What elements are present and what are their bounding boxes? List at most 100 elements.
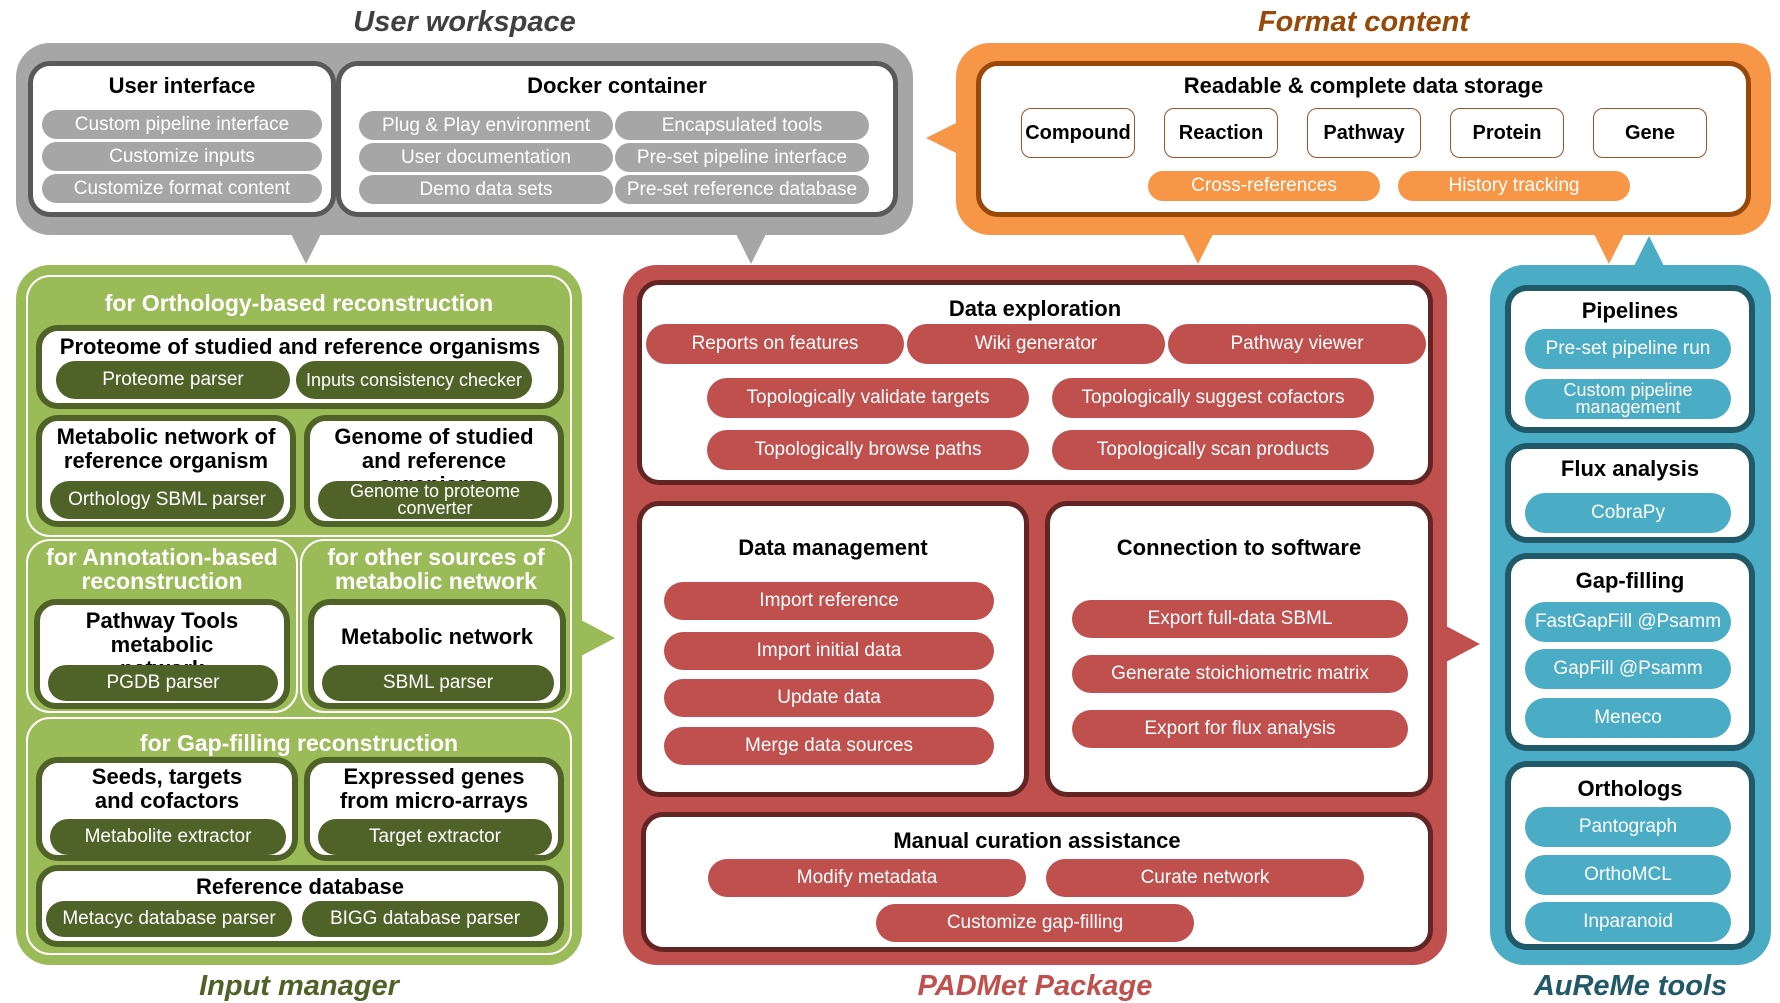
meneco[interactable]: Meneco (1525, 698, 1731, 738)
reference-database-box: Reference database Metacyc database pars… (36, 865, 564, 947)
aureme-gapfilling-box: Gap-filling FastGapFill @Psamm GapFill @… (1505, 553, 1755, 751)
export-full-data-sbml[interactable]: Export full-data SBML (1072, 600, 1408, 638)
customize-inputs[interactable]: Customize inputs (42, 142, 322, 171)
import-reference[interactable]: Import reference (664, 582, 994, 620)
entity-protein[interactable]: Protein (1450, 108, 1564, 158)
user-interface-box: User interface Custom pipeline interface… (28, 61, 336, 217)
data-storage-heading: Readable & complete data storage (1183, 73, 1544, 98)
connection-to-software-heading: Connection to software (1116, 535, 1362, 560)
data-management-heading: Data management (738, 535, 928, 560)
inputs-consistency-checker[interactable]: Inputs consistency checker (296, 361, 532, 399)
metabolite-extractor[interactable]: Metabolite extractor (50, 819, 286, 855)
sbml-parser[interactable]: SBML parser (322, 665, 554, 701)
orthomcl[interactable]: OrthoMCL (1525, 855, 1731, 895)
metabolic-network-box: Metabolic network SBML parser (308, 599, 566, 709)
orthology-group: for Orthology-based reconstruction Prote… (26, 275, 572, 537)
entity-pathway[interactable]: Pathway (1307, 108, 1421, 158)
topologically-suggest-cofactors[interactable]: Topologically suggest cofactors (1052, 378, 1374, 418)
bigg-database-parser[interactable]: BIGG database parser (302, 901, 548, 937)
topologically-validate-targets[interactable]: Topologically validate targets (707, 378, 1029, 418)
encapsulated-tools[interactable]: Encapsulated tools (615, 111, 869, 140)
seeds-heading: Seeds, targets and cofactors (91, 764, 243, 813)
genome-box: Genome of studied and reference organism… (304, 415, 564, 527)
generate-stoichiometric-matrix[interactable]: Generate stoichiometric matrix (1072, 655, 1408, 693)
flux-analysis-box: Flux analysis CobraPy (1505, 443, 1755, 543)
reports-on-features[interactable]: Reports on features (646, 324, 904, 364)
annotation-subtitle: for Annotation-based reconstruction (46, 544, 278, 594)
entity-gene[interactable]: Gene (1593, 108, 1707, 158)
aureme-title: AuReMe tools (1533, 970, 1728, 1002)
data-storage-box: Readable & complete data storage Compoun… (976, 61, 1751, 217)
topologically-scan-products[interactable]: Topologically scan products (1052, 430, 1374, 470)
plug-and-play-environment[interactable]: Plug & Play environment (359, 111, 613, 140)
pathway-viewer[interactable]: Pathway viewer (1168, 324, 1426, 364)
format-content-pointer-to-padmet (1183, 234, 1213, 264)
history-tracking[interactable]: History tracking (1398, 171, 1630, 201)
metabolic-network-reference-heading: Metabolic network of reference organism (56, 424, 276, 473)
demo-data-sets[interactable]: Demo data sets (359, 175, 613, 204)
import-initial-data[interactable]: Import initial data (664, 632, 994, 670)
orthology-sbml-parser[interactable]: Orthology SBML parser (50, 481, 284, 519)
pipelines-heading: Pipelines (1581, 298, 1679, 323)
manual-curation-box: Manual curation assistance Modify metada… (641, 812, 1433, 952)
customize-gap-filling[interactable]: Customize gap-filling (876, 904, 1194, 942)
target-extractor[interactable]: Target extractor (318, 819, 552, 855)
gapfilling-group: for Gap-filling reconstruction Seeds, ta… (26, 717, 572, 955)
customize-format-content[interactable]: Customize format content (42, 174, 322, 203)
aureme-panel: Pipelines Pre-set pipeline run Custom pi… (1490, 265, 1771, 965)
gapfilling-subtitle: for Gap-filling reconstruction (139, 730, 459, 756)
annotation-group: for Annotation-based reconstruction Path… (26, 539, 298, 713)
format-content-panel: Readable & complete data storage Compoun… (956, 43, 1771, 235)
proteome-heading: Proteome of studied and reference organi… (59, 334, 541, 359)
orthologs-heading: Orthologs (1577, 776, 1683, 801)
user-interface-heading: User interface (108, 73, 256, 98)
other-sources-group: for other sources of metabolic network M… (300, 539, 572, 713)
entity-compound[interactable]: Compound (1021, 108, 1135, 158)
inparanoid[interactable]: Inparanoid (1525, 902, 1731, 942)
seeds-box: Seeds, targets and cofactors Metabolite … (36, 757, 298, 861)
metacyc-database-parser[interactable]: Metacyc database parser (46, 901, 292, 937)
cross-references[interactable]: Cross-references (1148, 171, 1380, 201)
merge-data-sources[interactable]: Merge data sources (664, 727, 994, 765)
proteome-box: Proteome of studied and reference organi… (36, 325, 564, 409)
data-exploration-heading: Data exploration (948, 296, 1122, 321)
data-management-box: Data management Import reference Import … (637, 501, 1029, 797)
orthologs-box: Orthologs Pantograph OrthoMCL Inparanoid (1505, 761, 1755, 950)
pre-set-reference-database[interactable]: Pre-set reference database (615, 175, 869, 204)
user-documentation[interactable]: User documentation (359, 143, 613, 172)
padmet-title: PADMet Package (917, 970, 1153, 1002)
pgdb-parser[interactable]: PGDB parser (48, 665, 278, 701)
pre-set-pipeline-run[interactable]: Pre-set pipeline run (1525, 329, 1731, 369)
proteome-parser[interactable]: Proteome parser (56, 361, 290, 399)
update-data[interactable]: Update data (664, 679, 994, 717)
entity-reaction[interactable]: Reaction (1164, 108, 1278, 158)
wiki-generator[interactable]: Wiki generator (907, 324, 1165, 364)
format-content-title: Format content (1257, 6, 1470, 38)
reference-database-heading: Reference database (196, 874, 404, 899)
gapfill-psamm[interactable]: GapFill @Psamm (1525, 649, 1731, 689)
user-workspace-panel: User interface Custom pipeline interface… (16, 43, 913, 235)
connection-to-software-box: Connection to software Export full-data … (1045, 501, 1433, 797)
topologically-browse-paths[interactable]: Topologically browse paths (707, 430, 1029, 470)
custom-pipeline-management[interactable]: Custom pipeline management (1525, 379, 1731, 419)
fastgapfill-psamm[interactable]: FastGapFill @Psamm (1525, 602, 1731, 642)
metabolic-network-reference-box: Metabolic network of reference organism … (36, 415, 296, 527)
modify-metadata[interactable]: Modify metadata (708, 859, 1026, 897)
data-exploration-box: Data exploration Reports on features Wik… (637, 280, 1433, 485)
metabolic-network-heading: Metabolic network (341, 624, 533, 649)
custom-pipeline-interface[interactable]: Custom pipeline interface (42, 110, 322, 139)
pathway-tools-box: Pathway Tools metabolic network PGDB par… (34, 599, 290, 709)
curate-network[interactable]: Curate network (1046, 859, 1364, 897)
cobrapy[interactable]: CobraPy (1525, 493, 1731, 533)
padmet-panel: Data exploration Reports on features Wik… (623, 265, 1447, 965)
aureme-pointer-to-format-content (1634, 236, 1664, 266)
docker-container-box: Docker container Plug & Play environment… (336, 61, 898, 217)
pantograph[interactable]: Pantograph (1525, 807, 1731, 847)
export-for-flux-analysis[interactable]: Export for flux analysis (1072, 710, 1408, 748)
pre-set-pipeline-interface[interactable]: Pre-set pipeline interface (615, 143, 869, 172)
expressed-genes-heading: Expressed genes from micro-arrays (339, 764, 529, 813)
docker-container-heading: Docker container (527, 73, 707, 98)
input-manager-title: Input manager (199, 970, 399, 1002)
pipelines-box: Pipelines Pre-set pipeline run Custom pi… (1505, 285, 1755, 433)
genome-to-proteome-converter[interactable]: Genome to proteome converter (318, 481, 552, 519)
